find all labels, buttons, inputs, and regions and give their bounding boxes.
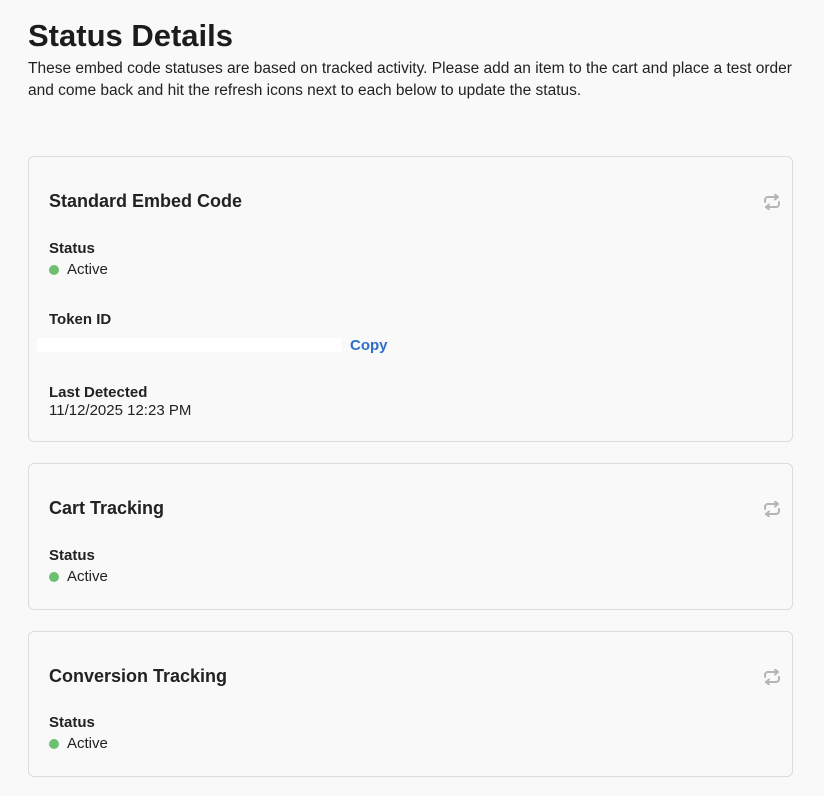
status-label: Status <box>49 240 95 257</box>
last-detected-value: 11/12/2025 12:23 PM <box>49 402 192 419</box>
status-value: Active <box>49 735 108 753</box>
status-label: Status <box>49 547 95 564</box>
status-details-page: Status Details These embed code statuses… <box>0 0 824 796</box>
page-description: These embed code statuses are based on t… <box>28 60 792 99</box>
cart-tracking-card: Cart Tracking Status Active <box>28 463 793 610</box>
refresh-button[interactable] <box>761 666 783 688</box>
refresh-icon <box>764 194 780 210</box>
refresh-icon <box>764 669 780 685</box>
refresh-icon <box>764 501 780 517</box>
token-id-row: Copy <box>37 334 388 356</box>
card-title: Conversion Tracking <box>49 666 228 686</box>
status-label: Status <box>49 714 95 731</box>
refresh-button[interactable] <box>761 498 783 520</box>
status-text: Active <box>67 261 108 278</box>
standard-embed-code-card: Standard Embed Code Status Active Token … <box>28 156 793 442</box>
status-dot-icon <box>49 572 59 582</box>
status-dot-icon <box>49 265 59 275</box>
status-value: Active <box>49 261 108 279</box>
status-value: Active <box>49 568 108 586</box>
status-text: Active <box>67 568 108 585</box>
card-title: Cart Tracking <box>49 498 165 518</box>
token-id-label: Token ID <box>49 311 112 328</box>
status-text: Active <box>67 735 108 752</box>
page-title: Status Details <box>28 18 234 53</box>
conversion-tracking-card: Conversion Tracking Status Active <box>28 631 793 777</box>
status-dot-icon <box>49 739 59 749</box>
token-id-value-redacted <box>37 338 342 352</box>
refresh-button[interactable] <box>761 191 783 213</box>
last-detected-label: Last Detected <box>49 384 148 401</box>
card-title: Standard Embed Code <box>49 191 243 211</box>
copy-token-link[interactable]: Copy <box>350 337 388 354</box>
